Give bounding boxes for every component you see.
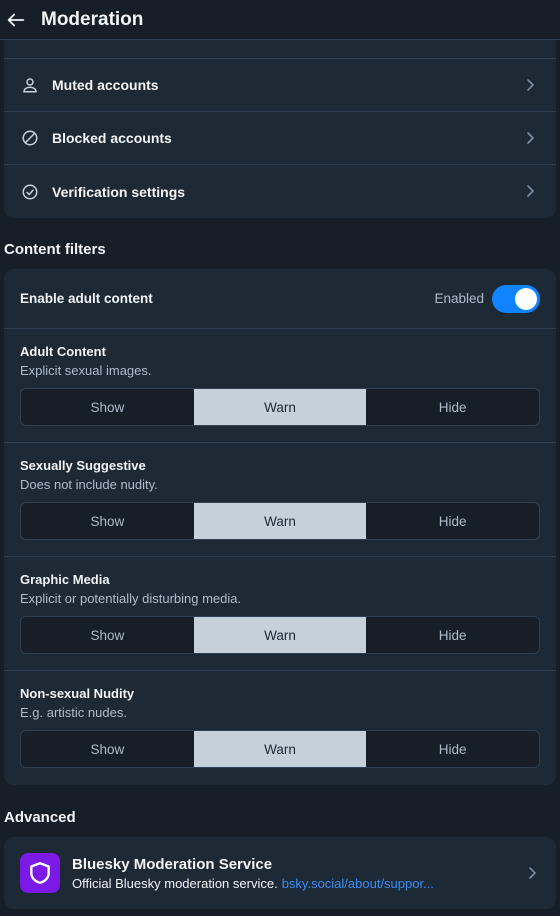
adult-content-toggle[interactable] [492, 285, 540, 313]
block-icon [20, 128, 40, 148]
option-hide[interactable]: Hide [366, 389, 539, 425]
filter-adult-content: Adult Content Explicit sexual images. Sh… [4, 329, 556, 443]
toggle-status: Enabled [434, 291, 484, 306]
filter-title: Graphic Media [20, 572, 110, 587]
filter-description: Explicit or potentially disturbing media… [20, 591, 242, 606]
muted-accounts-label: Muted accounts [52, 77, 159, 93]
account-settings-card: Muted accounts Blocked accounts Verifica… [4, 20, 556, 218]
check-circle-icon [20, 182, 40, 202]
filter-description: Explicit sexual images. [20, 363, 152, 378]
option-show[interactable]: Show [21, 389, 194, 425]
service-description-line: Official Bluesky moderation service. bsky… [72, 876, 434, 891]
arrow-left-icon [7, 13, 25, 26]
filter-title: Non-sexual Nudity [20, 686, 135, 701]
muted-accounts-row[interactable]: Muted accounts [4, 59, 556, 112]
option-show[interactable]: Show [21, 731, 194, 767]
filter-segmented-control: Show Warn Hide [20, 388, 540, 426]
toggle-knob [515, 288, 537, 310]
service-name: Bluesky Moderation Service [72, 855, 273, 873]
option-warn[interactable]: Warn [193, 617, 367, 653]
adult-content-toggle-row: Enable adult content Enabled [4, 269, 556, 329]
app-header: Moderation [0, 0, 560, 40]
service-description: Official Bluesky moderation service. [72, 875, 278, 891]
filter-segmented-control: Show Warn Hide [20, 502, 540, 540]
blocked-accounts-label: Blocked accounts [52, 130, 172, 146]
verification-settings-row[interactable]: Verification settings [4, 165, 556, 218]
filter-description: E.g. artistic nudes. [20, 705, 127, 720]
page-title: Moderation [41, 8, 144, 30]
filter-title: Sexually Suggestive [20, 458, 146, 473]
option-warn[interactable]: Warn [193, 389, 367, 425]
back-button[interactable] [4, 8, 28, 32]
service-text: Bluesky Moderation Service Official Blue… [72, 856, 434, 891]
chevron-right-icon [529, 867, 536, 879]
filter-graphic-media: Graphic Media Explicit or potentially di… [4, 557, 556, 671]
filter-non-sexual-nudity: Non-sexual Nudity E.g. artistic nudes. S… [4, 671, 556, 783]
person-icon [20, 75, 40, 95]
option-warn[interactable]: Warn [193, 731, 367, 767]
filter-title: Adult Content [20, 344, 106, 359]
option-hide[interactable]: Hide [366, 503, 539, 539]
option-show[interactable]: Show [21, 617, 194, 653]
advanced-heading: Advanced [4, 809, 76, 826]
shield-icon [30, 862, 50, 884]
chevron-right-icon [527, 79, 534, 91]
moderation-service-row[interactable]: Bluesky Moderation Service Official Blue… [4, 837, 556, 909]
chevron-right-icon [527, 132, 534, 144]
option-warn[interactable]: Warn [193, 503, 367, 539]
adult-content-label: Enable adult content [20, 291, 153, 306]
option-hide[interactable]: Hide [366, 731, 539, 767]
service-link[interactable]: bsky.social/about/suppor... [282, 876, 434, 891]
verification-settings-label: Verification settings [52, 183, 186, 200]
option-hide[interactable]: Hide [366, 617, 539, 653]
blocked-accounts-row[interactable]: Blocked accounts [4, 112, 556, 165]
content-filters-heading: Content filters [4, 241, 106, 258]
filter-segmented-control: Show Warn Hide [20, 616, 540, 654]
chevron-right-icon [527, 185, 534, 197]
filter-segmented-control: Show Warn Hide [20, 730, 540, 768]
content-filters-card: Enable adult content Enabled Adult Conte… [4, 269, 556, 785]
filter-sexually-suggestive: Sexually Suggestive Does not include nud… [4, 443, 556, 557]
service-avatar [20, 853, 60, 893]
option-show[interactable]: Show [21, 503, 194, 539]
filter-description: Does not include nudity. [20, 477, 158, 492]
